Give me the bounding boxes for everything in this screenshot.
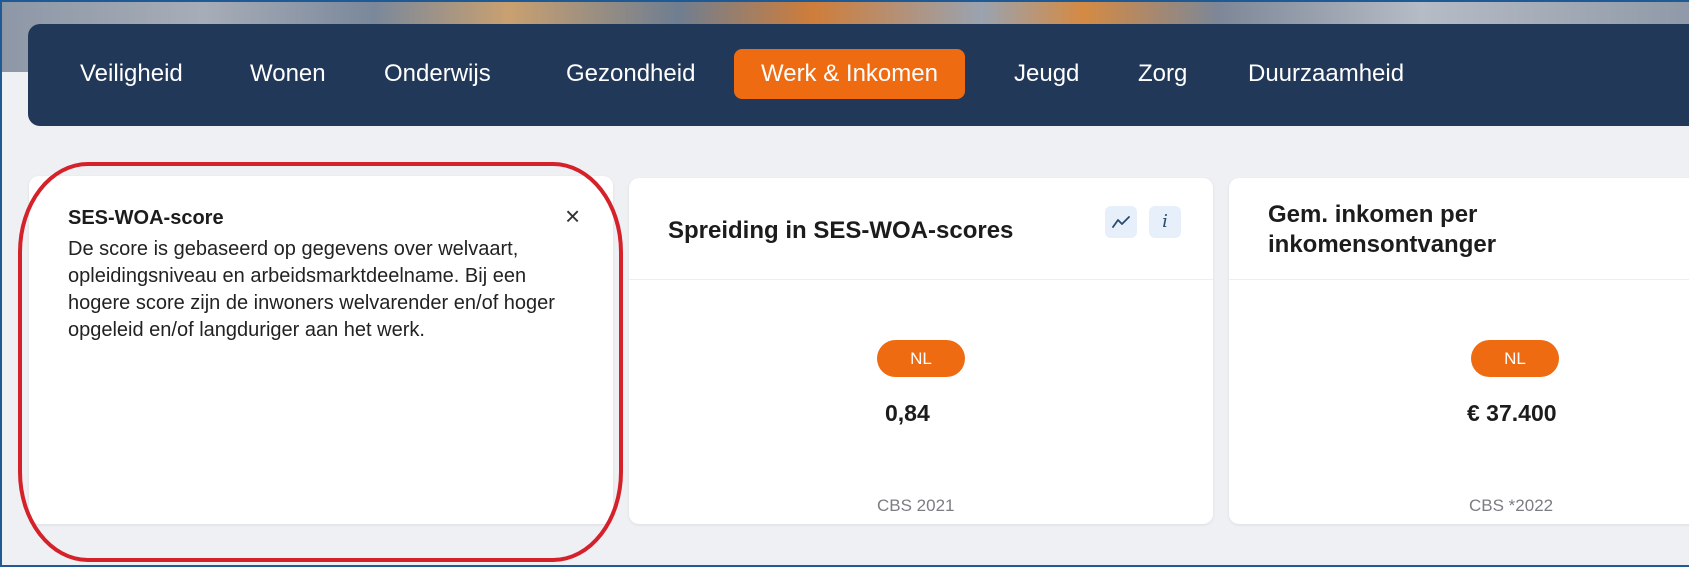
card-header: Spreiding in SES-WOA-scores i xyxy=(629,178,1213,280)
page-frame: Veiligheid Wonen Onderwijs Gezondheid We… xyxy=(0,0,1689,567)
nav-item-onderwijs[interactable]: Onderwijs xyxy=(384,49,491,99)
close-icon[interactable]: × xyxy=(565,203,580,229)
nav-item-werk-inkomen[interactable]: Werk & Inkomen xyxy=(734,49,965,99)
stat-value: 0,84 xyxy=(885,400,930,426)
info-popup-text: De score is gebaseerd op gegevens over w… xyxy=(68,238,555,341)
nav-item-veiligheid[interactable]: Veiligheid xyxy=(80,49,183,99)
region-badge: NL xyxy=(877,340,965,377)
card-header: Gem. inkomen per inkomensontvanger xyxy=(1229,178,1689,280)
stat-card-ses-woa: Spreiding in SES-WOA-scores i NL 0,84 CB… xyxy=(629,178,1213,524)
info-icon-button[interactable]: i xyxy=(1149,206,1181,238)
info-popup-title: SES-WOA-score xyxy=(68,207,224,229)
card-title: Gem. inkomen per inkomensontvanger xyxy=(1268,201,1497,258)
nav-item-gezondheid[interactable]: Gezondheid xyxy=(566,49,695,99)
card-title: Spreiding in SES-WOA-scores xyxy=(668,217,1014,244)
stat-source: CBS 2021 xyxy=(877,496,955,515)
stat-card-gem-inkomen: Gem. inkomen per inkomensontvanger NL € … xyxy=(1229,178,1689,524)
info-popup-card: SES-WOA-score × De score is gebaseerd op… xyxy=(29,176,613,524)
topic-navbar: Veiligheid Wonen Onderwijs Gezondheid We… xyxy=(28,24,1689,126)
region-badge: NL xyxy=(1471,340,1559,377)
nav-item-jeugd[interactable]: Jeugd xyxy=(1014,49,1079,99)
nav-item-wonen[interactable]: Wonen xyxy=(250,49,326,99)
stat-source: CBS *2022 xyxy=(1469,496,1554,515)
stat-value: € 37.400 xyxy=(1467,400,1557,426)
nav-item-zorg[interactable]: Zorg xyxy=(1138,49,1187,99)
trend-line-icon xyxy=(1112,216,1130,228)
chart-icon-button[interactable] xyxy=(1105,206,1137,238)
nav-item-duurzaamheid[interactable]: Duurzaamheid xyxy=(1248,49,1404,99)
